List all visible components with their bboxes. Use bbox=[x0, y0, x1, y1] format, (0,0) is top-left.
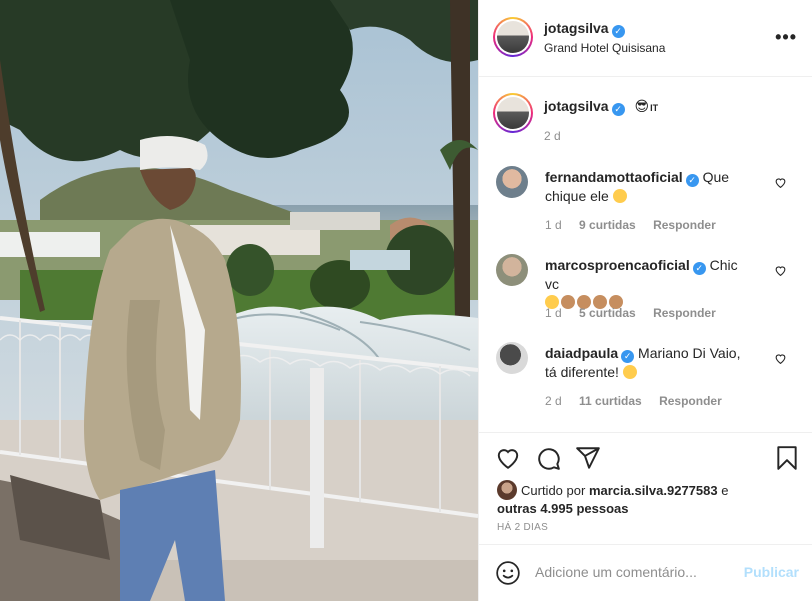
verified-badge-icon: ✓ bbox=[611, 103, 625, 116]
more-options-icon[interactable]: ••• bbox=[775, 27, 797, 48]
paper-plane-icon[interactable] bbox=[575, 445, 601, 471]
comment-time[interactable]: 2 d bbox=[545, 394, 562, 408]
liker-username[interactable]: marcia.silva.9277583 bbox=[589, 483, 718, 498]
comment-like-heart-icon[interactable] bbox=[774, 352, 787, 365]
add-comment-bar: Adicione um comentário... Publicar bbox=[479, 544, 812, 601]
heart-eyes-emoji-icon bbox=[612, 189, 627, 203]
post-age[interactable]: HÁ 2 DIAS bbox=[497, 522, 548, 533]
author-username[interactable]: jotagsilva bbox=[544, 20, 609, 36]
post-photo-image bbox=[0, 0, 478, 601]
liker-avatar[interactable] bbox=[497, 480, 517, 500]
caption-text: IT bbox=[650, 103, 659, 113]
post-side-panel: jotagsilva ✓ Grand Hotel Quisisana ••• jo… bbox=[478, 0, 812, 601]
verified-badge-icon: ✓ bbox=[692, 262, 706, 275]
reply-button[interactable]: Responder bbox=[659, 394, 722, 408]
commenter-username[interactable]: fernandamottaoficial bbox=[545, 169, 683, 185]
comment-time[interactable]: 1 d bbox=[545, 218, 562, 232]
verified-badge-icon: ✓ bbox=[621, 350, 635, 363]
comment-likes[interactable]: 9 curtidas bbox=[579, 218, 636, 232]
commenter-username[interactable]: daiadpaula bbox=[545, 345, 618, 361]
likes-prefix: Curtido por bbox=[521, 483, 586, 498]
commenter-avatar[interactable] bbox=[496, 254, 528, 286]
commenter-avatar[interactable] bbox=[496, 166, 528, 198]
comment-input[interactable]: Adicione um comentário... bbox=[535, 564, 697, 580]
comment-icon[interactable] bbox=[535, 445, 561, 471]
comment-likes[interactable]: 11 curtidas bbox=[579, 394, 642, 408]
commenter-username[interactable]: marcosproencaoficial bbox=[545, 257, 690, 273]
clap-emoji-icon bbox=[622, 365, 637, 379]
comment-time[interactable]: 1 d bbox=[545, 306, 562, 320]
comment-likes[interactable]: 5 curtidas bbox=[579, 306, 636, 320]
smiley-icon[interactable] bbox=[495, 560, 521, 586]
likes-others[interactable]: outras 4.995 pessoas bbox=[497, 501, 629, 516]
publish-button[interactable]: Publicar bbox=[744, 564, 799, 580]
post-header: jotagsilva ✓ Grand Hotel Quisisana ••• bbox=[479, 0, 812, 77]
comment-like-heart-icon[interactable] bbox=[774, 176, 787, 189]
post-actions: Curtido por marcia.silva.9277583 e outra… bbox=[479, 432, 812, 544]
post-location[interactable]: Grand Hotel Quisisana bbox=[544, 41, 665, 55]
heart-icon[interactable] bbox=[495, 445, 521, 471]
comment-like-heart-icon[interactable] bbox=[774, 264, 787, 277]
likes-summary: Curtido por marcia.silva.9277583 e outra… bbox=[497, 480, 797, 518]
reply-button[interactable]: Responder bbox=[653, 218, 716, 232]
commenter-avatar[interactable] bbox=[496, 342, 528, 374]
caption-avatar[interactable] bbox=[493, 93, 533, 133]
author-avatar[interactable] bbox=[493, 17, 533, 57]
verified-badge-icon: ✓ bbox=[685, 174, 699, 187]
caption-timestamp[interactable]: 2 d bbox=[544, 129, 561, 143]
caption-username[interactable]: jotagsilva bbox=[544, 98, 609, 114]
post-photo[interactable] bbox=[0, 0, 478, 601]
bookmark-icon[interactable] bbox=[774, 445, 800, 471]
likes-middle: e bbox=[721, 483, 729, 498]
reply-button[interactable]: Responder bbox=[653, 306, 716, 320]
verified-badge-icon: ✓ bbox=[611, 25, 625, 38]
sunglasses-emoji-icon: 😎 bbox=[634, 98, 650, 114]
